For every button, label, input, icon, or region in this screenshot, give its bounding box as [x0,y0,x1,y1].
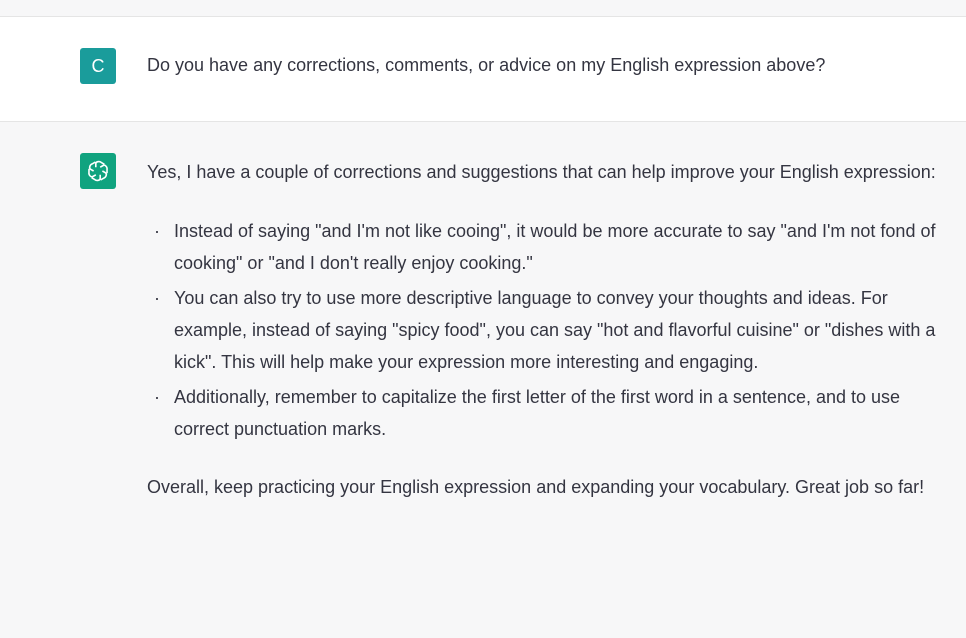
list-item: · You can also try to use more descripti… [147,282,947,378]
user-message-text: Do you have any corrections, comments, o… [147,55,826,75]
bullet-icon: · [154,387,160,407]
user-avatar-letter: C [91,55,105,76]
suggestion-list: · Instead of saying "and I'm not like co… [147,215,947,445]
openai-logo-icon [88,160,108,182]
bullet-icon: · [154,288,160,308]
assistant-avatar [80,153,116,189]
assistant-message: Yes, I have a couple of corrections and … [0,122,966,638]
list-item: · Instead of saying "and I'm not like co… [147,215,947,279]
list-item-text: Instead of saying "and I'm not like cooi… [174,221,936,273]
list-item: · Additionally, remember to capitalize t… [147,381,947,445]
list-item-text: You can also try to use more descriptive… [174,288,936,372]
user-avatar: C [80,48,116,84]
list-item-text: Additionally, remember to capitalize the… [174,387,901,439]
assistant-intro: Yes, I have a couple of corrections and … [147,162,936,182]
user-message: C Do you have any corrections, comments,… [0,17,966,122]
bullet-icon: · [154,221,160,241]
assistant-outro: Overall, keep practicing your English ex… [147,477,925,497]
previous-message-edge [0,0,966,17]
assistant-message-body: Yes, I have a couple of corrections and … [147,156,947,503]
